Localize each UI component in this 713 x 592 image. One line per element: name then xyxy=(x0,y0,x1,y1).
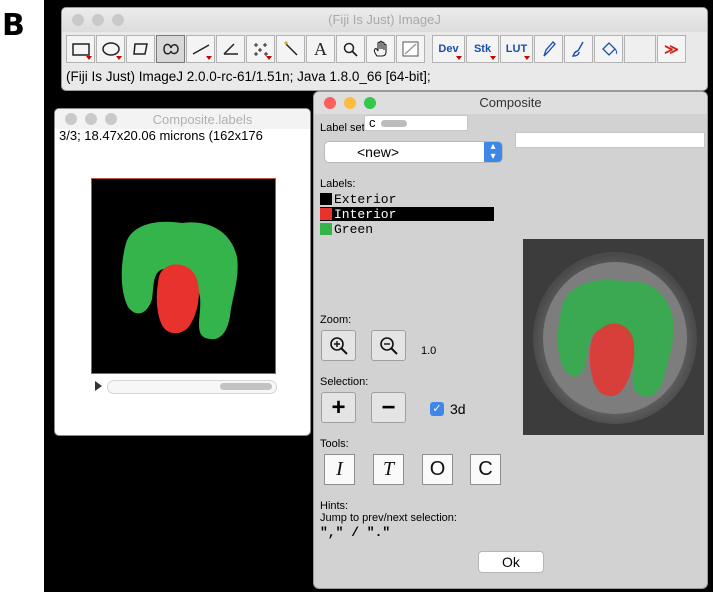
oval-tool-button[interactable] xyxy=(96,35,125,63)
imagej-toolbar: A Dev Stk LUT ≫ xyxy=(66,35,703,65)
dev-menu-button[interactable]: Dev xyxy=(432,35,465,63)
three-d-checkbox[interactable]: ✓ xyxy=(430,402,444,416)
flood-fill-tool-button[interactable] xyxy=(594,35,623,63)
rectangle-icon xyxy=(71,43,90,56)
line-tool-button[interactable] xyxy=(186,35,215,63)
c-field-slider[interactable] xyxy=(381,120,407,127)
label-mask-image xyxy=(121,221,238,340)
polygon-icon xyxy=(132,43,148,55)
imagej-status-bar: (Fiji Is Just) ImageJ 2.0.0-rc-61/1.51n;… xyxy=(66,69,431,84)
lut-label: LUT xyxy=(505,43,528,55)
brush-tool-button[interactable] xyxy=(564,35,593,63)
polygon-tool-button[interactable] xyxy=(126,35,155,63)
rectangle-tool-button[interactable] xyxy=(66,35,95,63)
dev-label: Dev xyxy=(438,43,459,55)
zoom-in-button[interactable] xyxy=(321,330,356,361)
magnifier-icon xyxy=(343,42,358,57)
remove-selection-button[interactable]: − xyxy=(371,392,406,423)
labels-window-title: Composite.labels xyxy=(152,112,253,127)
ok-button[interactable]: Ok xyxy=(478,551,544,573)
empty-tool-slot[interactable] xyxy=(624,35,656,63)
pencil-icon xyxy=(542,41,556,57)
brush-icon xyxy=(571,41,584,57)
label-item-exterior[interactable]: Exterior xyxy=(320,191,397,207)
composite-window-title: Composite xyxy=(479,95,542,110)
add-selection-button[interactable]: + xyxy=(321,392,356,423)
label-name: Green xyxy=(334,221,374,237)
tool-o-button[interactable]: O xyxy=(422,454,453,485)
labels-titlebar: Composite.labels xyxy=(55,109,310,129)
hints-keys: "," / "." xyxy=(320,525,391,540)
hand-icon xyxy=(373,40,387,57)
tool-ibeam-button[interactable]: I xyxy=(324,454,355,485)
label-name: Interior xyxy=(334,206,397,222)
window-title: (Fiji Is Just) ImageJ xyxy=(328,12,441,27)
angle-icon xyxy=(222,43,238,55)
imagej-titlebar: (Fiji Is Just) ImageJ xyxy=(62,8,707,32)
imagej-main-window: (Fiji Is Just) ImageJ A Dev Stk LUT ≫ (F… xyxy=(62,8,707,90)
color-picker-tool-button[interactable] xyxy=(396,35,425,63)
labels-close-button[interactable] xyxy=(65,113,77,125)
zoom-out-button[interactable] xyxy=(371,330,406,361)
image-info: 3/3; 18.47x20.06 microns (162x176 xyxy=(59,128,263,143)
text-tool-button[interactable]: A xyxy=(306,35,335,63)
composite-preview-image[interactable] xyxy=(523,239,704,435)
label-name: Exterior xyxy=(334,191,397,207)
hints-label: Hints: xyxy=(320,500,349,512)
chevron-updown-icon: ▴ ▾ xyxy=(484,142,502,162)
three-d-label: 3d xyxy=(450,401,466,417)
point-tool-button[interactable] xyxy=(246,35,275,63)
tool-t-button[interactable]: T xyxy=(373,454,404,485)
zoom-in-icon xyxy=(329,336,348,355)
panel-label: B xyxy=(2,8,25,43)
cell-composite-image xyxy=(523,239,704,435)
selection-label: Selection: xyxy=(320,376,369,388)
stk-label: Stk xyxy=(473,43,492,55)
wand-tool-button[interactable] xyxy=(276,35,305,63)
stk-menu-button[interactable]: Stk xyxy=(466,35,499,63)
angle-tool-button[interactable] xyxy=(216,35,245,63)
color-picker-icon xyxy=(402,41,418,57)
label-set-select[interactable]: <new> ▴ ▾ xyxy=(324,141,503,163)
composite-window: Composite Label sets: c <new> ▴ ▾ Labels:… xyxy=(314,92,707,588)
exterior-swatch xyxy=(320,193,332,205)
zoom-out-icon xyxy=(379,336,398,355)
green-swatch xyxy=(320,223,332,235)
c-field[interactable]: c xyxy=(364,115,468,131)
magnifier-tool-button[interactable] xyxy=(336,35,365,63)
tools-label: Tools: xyxy=(320,438,349,450)
zoom-value: 1.0 xyxy=(421,345,437,357)
pencil-tool-button[interactable] xyxy=(534,35,563,63)
multipoint-icon xyxy=(253,43,268,56)
line-icon xyxy=(192,44,209,55)
label-set-name-field[interactable] xyxy=(515,132,705,148)
freehand-icon xyxy=(162,43,179,55)
wand-icon xyxy=(283,41,298,56)
more-tools-button[interactable]: ≫ xyxy=(657,35,686,63)
label-item-green[interactable]: Green xyxy=(320,221,374,237)
slice-slider-track[interactable] xyxy=(107,380,277,394)
slice-slider-thumb[interactable] xyxy=(220,383,272,390)
hints-text: Jump to prev/next selection: xyxy=(320,512,457,524)
oval-icon xyxy=(101,42,120,56)
paint-bucket-icon xyxy=(601,42,617,56)
freehand-tool-button[interactable] xyxy=(156,35,185,63)
composite-titlebar: Composite xyxy=(314,92,707,114)
tool-c-button[interactable]: C xyxy=(470,454,501,485)
play-icon[interactable] xyxy=(95,381,102,391)
label-set-value: <new> xyxy=(357,144,400,160)
label-image-canvas[interactable] xyxy=(91,178,276,374)
c-field-text: c xyxy=(369,115,376,130)
lut-menu-button[interactable]: LUT xyxy=(500,35,533,63)
slice-scrollbar xyxy=(95,379,277,394)
composite-labels-window: Composite.labels 3/3; 18.47x20.06 micron… xyxy=(55,109,310,435)
interior-swatch xyxy=(320,208,332,220)
zoom-label: Zoom: xyxy=(320,314,352,326)
hand-tool-button[interactable] xyxy=(366,35,395,63)
label-item-interior[interactable]: Interior xyxy=(320,206,494,222)
labels-heading: Labels: xyxy=(320,178,356,190)
